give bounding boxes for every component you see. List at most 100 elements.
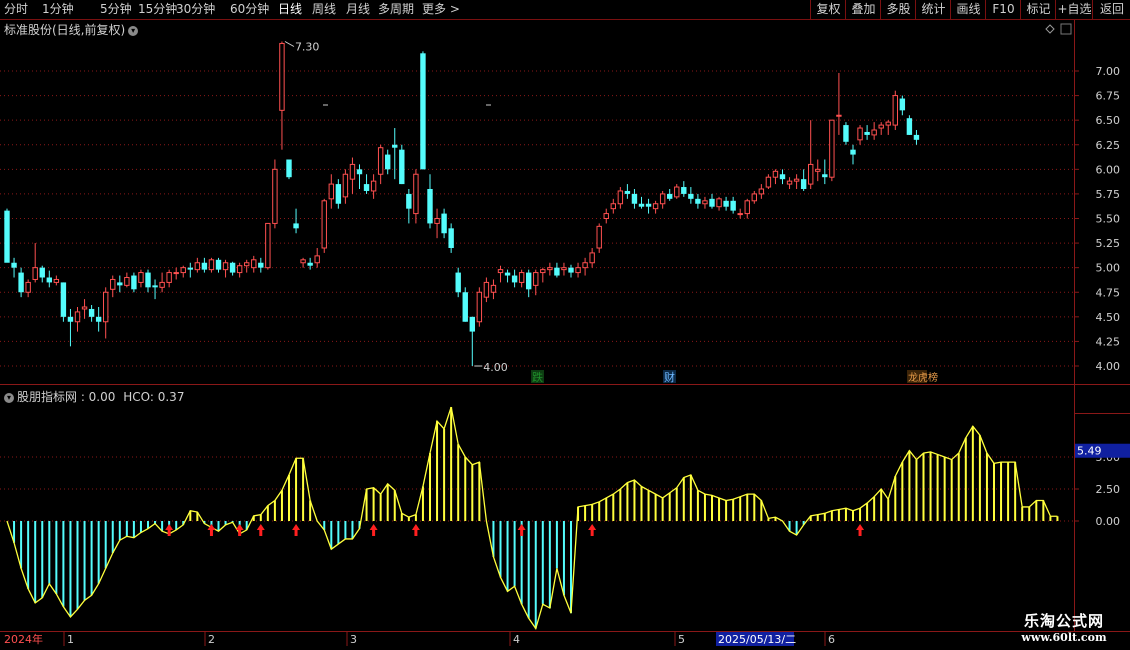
candle-body [229, 262, 236, 273]
candle-body [187, 267, 193, 270]
candle-body [427, 189, 433, 224]
buy-signal-arrow [256, 524, 265, 536]
candle-body [645, 203, 652, 207]
candle-body [476, 291, 483, 323]
buy-signal-arrow [235, 524, 244, 536]
candle-body [293, 223, 299, 229]
price-tick-label: 5.25 [1096, 237, 1121, 250]
buy-signal-arrow [856, 524, 865, 536]
candle-body [709, 198, 715, 207]
candle-body [744, 200, 750, 215]
candle-body [631, 193, 638, 204]
candle-body [279, 42, 285, 111]
candle-body [138, 272, 144, 283]
candle-body [117, 282, 123, 286]
candle-body [434, 218, 440, 224]
price-tick-label: 4.75 [1096, 286, 1121, 299]
candle-body [511, 275, 518, 283]
buy-signal-arrow [588, 524, 597, 536]
stock-chart[interactable]: 7.00 6.75 6.50 6.25 6.00 5.75 5.50 5.25 5.00 4.75… [0, 0, 1130, 650]
candle-body [815, 168, 821, 172]
price-tick-label: 4.50 [1096, 311, 1121, 324]
candle-body [321, 200, 327, 249]
candle-body [74, 311, 81, 323]
candle-body [356, 169, 363, 175]
time-axis-label: 6 [828, 633, 835, 646]
candle-body [504, 272, 511, 276]
price-tick-label: 5.00 [1096, 262, 1121, 275]
time-axis-label: 4 [513, 633, 520, 646]
candle-body [258, 262, 264, 268]
price-tick-label: 5.75 [1096, 188, 1121, 201]
candle-body [575, 267, 581, 274]
price-tick-label: 7.00 [1096, 65, 1121, 78]
candle-body [314, 255, 320, 264]
candle-body [793, 178, 800, 182]
candle-body [60, 282, 67, 317]
candle-body [540, 269, 546, 274]
candle-body [674, 186, 680, 198]
current-value-label: 5.49 [1077, 445, 1102, 458]
candle-body [638, 203, 645, 207]
candle-body [370, 180, 377, 192]
candle-body [779, 174, 786, 180]
watermark: 乐淘公式网 www.60lt.com [1000, 610, 1128, 644]
candle-body [688, 193, 694, 199]
candle-body [899, 98, 906, 111]
candle-body [497, 269, 504, 274]
price-tick-label: 6.25 [1096, 139, 1121, 152]
buy-signal-arrow [369, 524, 378, 536]
candle-body [385, 154, 391, 170]
candle-body [208, 259, 215, 271]
candle-body [624, 190, 631, 194]
candle-body [554, 267, 560, 276]
candle-body [659, 193, 666, 205]
candle-body [617, 190, 624, 205]
buy-signal-arrow [411, 524, 420, 536]
candle-body [95, 316, 102, 322]
candle-body [413, 173, 419, 215]
candle-body [723, 200, 729, 207]
candle-body [328, 183, 335, 200]
candle-body [610, 203, 616, 210]
event-tag-label: 财 [664, 370, 675, 384]
time-axis-label: 2 [208, 633, 215, 646]
candle-body [236, 265, 243, 274]
high-marker-line [284, 41, 295, 47]
candle-body [222, 262, 229, 271]
buy-signal-arrow [165, 524, 174, 536]
candle-body [871, 129, 877, 136]
candle-body [913, 134, 920, 140]
panel-corner-icon [1060, 23, 1072, 35]
time-axis-label: 2024年 [4, 632, 43, 646]
candle-body [758, 188, 765, 195]
candle-body [829, 119, 835, 178]
candle-body [716, 198, 722, 208]
candle-body [201, 262, 208, 270]
candle-body [159, 281, 165, 288]
time-axis-label: 2025/05/13/二 [718, 633, 796, 646]
price-tick-label: 6.75 [1096, 90, 1121, 103]
candle-body [244, 262, 250, 267]
candle-body [363, 184, 370, 191]
candle-body [765, 176, 772, 188]
candle-body [67, 316, 74, 322]
candle-body [145, 272, 151, 288]
candle-body [667, 193, 673, 199]
candle-body [265, 222, 271, 269]
buy-signal-arrow [517, 524, 526, 536]
candle-body [702, 200, 708, 205]
candle-body [46, 277, 52, 283]
candle-body [885, 121, 891, 126]
candle-body [335, 184, 342, 204]
candle-body [215, 259, 222, 270]
candle-body [251, 259, 257, 269]
candle-body [420, 53, 426, 170]
candle-body [483, 281, 490, 298]
candle-body [906, 118, 913, 135]
buy-signal-arrow [292, 524, 301, 536]
candle-body [547, 267, 553, 271]
candle-body [462, 292, 468, 322]
candle-body [39, 267, 45, 278]
candle-body [857, 127, 863, 141]
